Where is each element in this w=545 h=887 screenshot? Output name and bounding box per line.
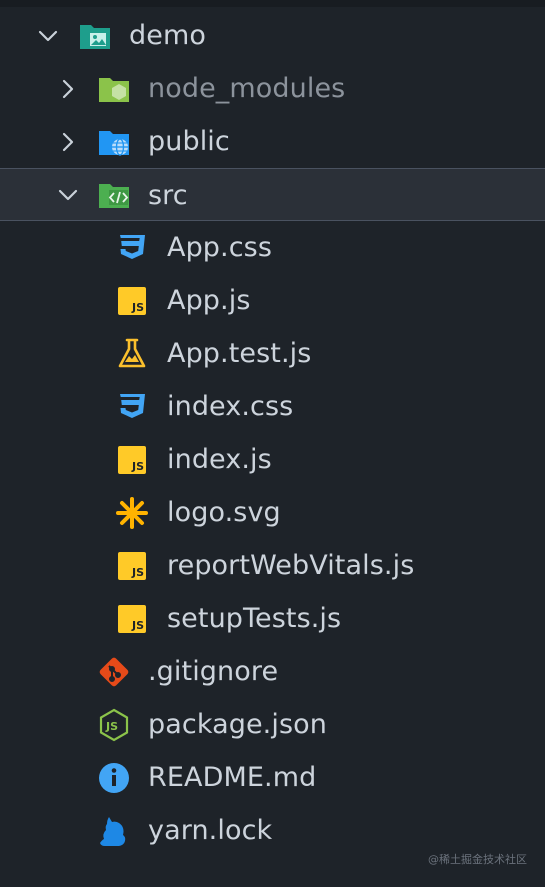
node-modules-folder-icon xyxy=(99,77,129,102)
file-explorer-tree: demo node_modules public src App.css JS … xyxy=(0,9,545,857)
tree-item-label: logo.svg xyxy=(167,497,281,528)
tree-item-label: index.js xyxy=(167,444,272,475)
tree-item-label: README.md xyxy=(148,762,317,793)
svg-text:JS: JS xyxy=(131,460,144,473)
tree-item-label: setupTests.js xyxy=(167,603,342,634)
tree-item-label: package.json xyxy=(148,709,327,740)
tree-item-label: src xyxy=(148,180,188,211)
git-icon xyxy=(99,657,129,686)
svg-text:JS: JS xyxy=(131,566,144,579)
tree-item-report-web-vitals-js[interactable]: JS reportWebVitals.js xyxy=(0,539,545,592)
tree-item-gitignore[interactable]: .gitignore xyxy=(0,645,545,698)
chevron-right-icon[interactable] xyxy=(57,131,79,153)
javascript-icon: JS xyxy=(118,445,146,474)
tree-item-label: public xyxy=(148,126,230,157)
javascript-icon: JS xyxy=(118,604,146,633)
svg-text:JS: JS xyxy=(131,619,144,632)
nodejs-icon: JS xyxy=(99,708,129,741)
tree-item-package-json[interactable]: JS package.json xyxy=(0,698,545,751)
tree-item-label: .gitignore xyxy=(148,656,279,687)
chevron-right-icon[interactable] xyxy=(57,78,79,100)
css-icon xyxy=(120,234,145,259)
tree-item-label: App.js xyxy=(167,285,251,316)
tree-item-node-modules-folder[interactable]: node_modules xyxy=(0,62,545,115)
tree-item-index-js[interactable]: JS index.js xyxy=(0,433,545,486)
yarn-cat-icon xyxy=(100,816,126,846)
tree-item-app-css[interactable]: App.css xyxy=(0,221,545,274)
tree-item-src-folder[interactable]: src xyxy=(0,168,545,221)
tree-item-demo-folder[interactable]: demo xyxy=(0,9,545,62)
tree-item-readme-md[interactable]: README.md xyxy=(0,751,545,804)
src-folder-icon xyxy=(99,183,129,208)
tree-item-label: demo xyxy=(129,20,206,51)
tree-item-label: reportWebVitals.js xyxy=(167,550,415,581)
tree-item-logo-svg[interactable]: logo.svg xyxy=(0,486,545,539)
tree-item-label: node_modules xyxy=(148,73,346,104)
css-icon xyxy=(120,393,145,418)
explorer-top-border xyxy=(0,0,545,7)
public-folder-icon xyxy=(99,130,129,156)
chevron-down-icon[interactable] xyxy=(57,184,79,206)
folder-image-icon xyxy=(80,24,110,49)
svg-asterisk-icon xyxy=(116,496,148,529)
info-icon xyxy=(99,762,129,793)
watermark-text: @稀土掘金技术社区 xyxy=(428,853,527,866)
tree-item-setup-tests-js[interactable]: JS setupTests.js xyxy=(0,592,545,645)
tree-item-app-js[interactable]: JS App.js xyxy=(0,274,545,327)
tree-item-index-css[interactable]: index.css xyxy=(0,380,545,433)
tree-item-public-folder[interactable]: public xyxy=(0,115,545,168)
tree-item-label: index.css xyxy=(167,391,294,422)
test-flask-icon xyxy=(118,338,146,367)
tree-item-yarn-lock[interactable]: yarn.lock xyxy=(0,804,545,857)
tree-item-label: yarn.lock xyxy=(148,815,273,846)
svg-text:JS: JS xyxy=(105,720,118,733)
tree-item-label: App.css xyxy=(167,232,273,263)
tree-item-label: App.test.js xyxy=(167,338,312,369)
svg-text:JS: JS xyxy=(131,301,144,314)
tree-item-app-test-js[interactable]: App.test.js xyxy=(0,327,545,380)
chevron-down-icon[interactable] xyxy=(37,25,59,47)
javascript-icon: JS xyxy=(118,551,146,580)
javascript-icon: JS xyxy=(118,286,146,315)
